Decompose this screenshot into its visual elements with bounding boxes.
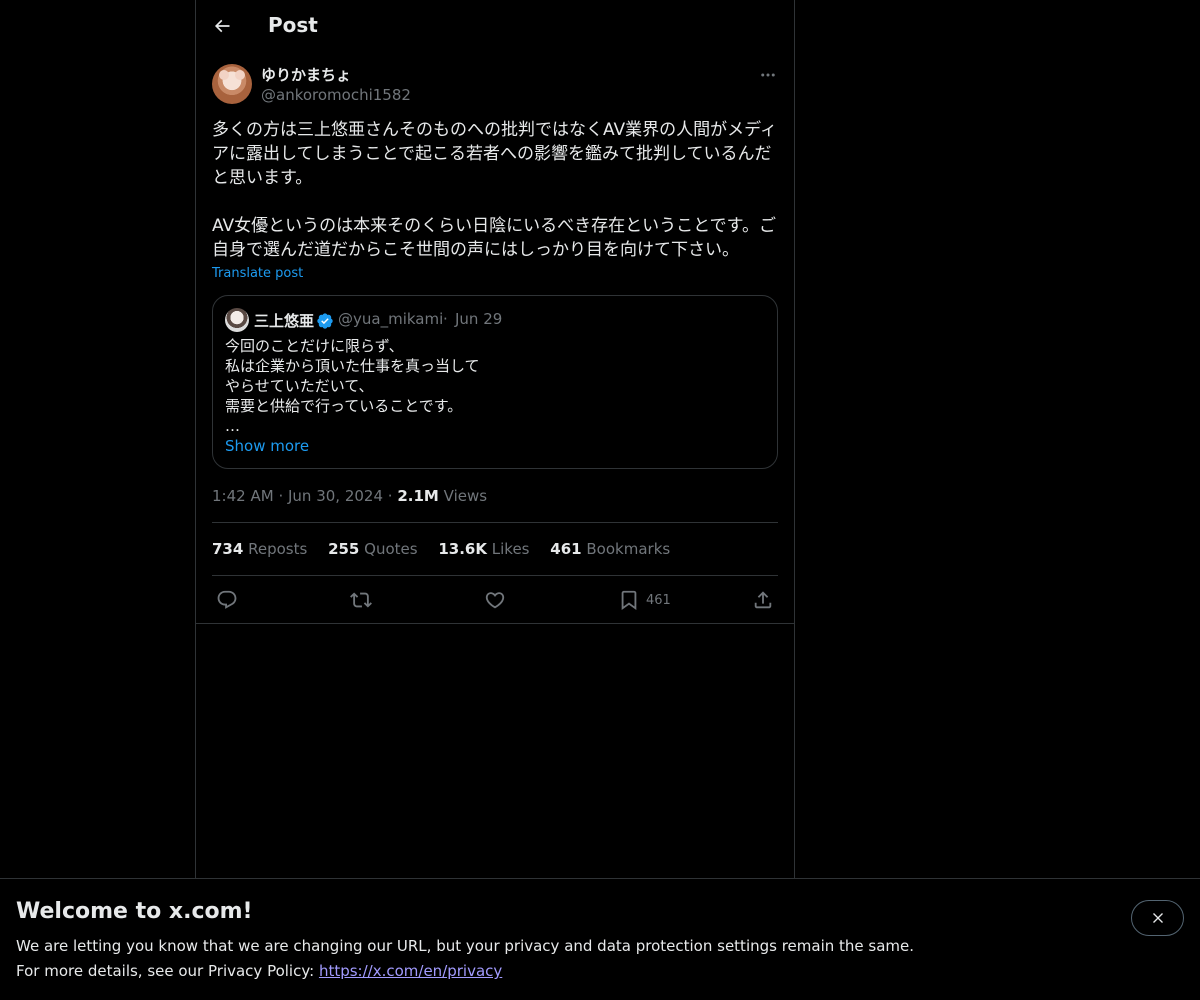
quoted-author-avatar[interactable]	[225, 308, 249, 332]
repost-button[interactable]	[350, 585, 372, 615]
views-label: Views	[443, 487, 488, 505]
post-text: 多くの方は三上悠亜さんそのものへの批判ではなくAV業界の人間がメディアに露出して…	[212, 120, 777, 260]
page-title: Post	[268, 13, 318, 37]
heart-icon	[485, 592, 505, 609]
verified-badge-icon	[317, 313, 333, 329]
more-icon	[761, 73, 775, 77]
close-icon	[1152, 913, 1163, 923]
translate-post-link[interactable]: Translate post	[212, 266, 303, 281]
arrow-left-icon	[214, 19, 230, 33]
primary-column: Post ゆりかまちょ @ankoromochi1582 多くの方は三上悠亜さん…	[195, 0, 795, 1000]
banner-privacy-line: For more details, see our Privacy Policy…	[16, 962, 503, 980]
share-button[interactable]	[752, 585, 774, 615]
quoted-post[interactable]: 三上悠亜 @yua_mikami · Jun 29 今回のことだけに限らず、 私…	[212, 295, 778, 469]
post-meta: 1:42 AM · Jun 30, 2024 · 2.1M Views	[212, 487, 487, 505]
quoted-post-date[interactable]: Jun 29	[455, 310, 502, 328]
repost-icon	[350, 592, 372, 608]
quoted-post-text: 今回のことだけに限らず、 私は企業から頂いた仕事を真っ当して やらせていただいて…	[225, 337, 480, 435]
divider	[212, 522, 778, 523]
privacy-policy-link[interactable]: https://x.com/en/privacy	[319, 962, 502, 980]
divider	[196, 623, 794, 624]
engagement-stats: 734 Reposts 255 Quotes 13.6K Likes 461 B…	[212, 540, 686, 558]
quotes-stat[interactable]: 255 Quotes	[328, 540, 418, 558]
divider	[212, 575, 778, 576]
close-banner-button[interactable]	[1131, 900, 1184, 936]
views-count: 2.1M	[397, 487, 439, 505]
show-more-link[interactable]: Show more	[225, 437, 309, 455]
quoted-author-handle[interactable]: @yua_mikami	[338, 310, 443, 328]
author-avatar[interactable]	[212, 64, 252, 104]
reply-icon	[217, 590, 237, 609]
share-icon	[754, 591, 772, 609]
separator-dot: ·	[443, 310, 448, 328]
action-bar: 461	[196, 585, 794, 615]
likes-stat[interactable]: 13.6K Likes	[438, 540, 529, 558]
welcome-banner: Welcome to x.com! We are letting you kno…	[0, 878, 1200, 1000]
more-options-button[interactable]	[757, 64, 779, 86]
back-button[interactable]	[204, 8, 240, 44]
author-handle[interactable]: @ankoromochi1582	[261, 86, 411, 104]
banner-title: Welcome to x.com!	[16, 899, 253, 924]
bookmark-icon	[621, 590, 637, 611]
separator-dot: ·	[387, 487, 393, 505]
reposts-stat[interactable]: 734 Reposts	[212, 540, 307, 558]
post-time[interactable]: 1:42 AM	[212, 487, 274, 505]
bookmark-button[interactable]: 461	[618, 585, 671, 615]
post-date[interactable]: Jun 30, 2024	[288, 487, 383, 505]
separator-dot: ·	[278, 487, 284, 505]
bookmark-count: 461	[646, 592, 671, 608]
banner-message: We are letting you know that we are chan…	[16, 937, 915, 955]
reply-button[interactable]	[216, 585, 238, 615]
post-header: Post	[196, 0, 794, 53]
bookmarks-stat[interactable]: 461 Bookmarks	[550, 540, 670, 558]
author-display-name[interactable]: ゆりかまちょ	[261, 64, 351, 85]
like-button[interactable]	[484, 585, 506, 615]
quoted-author-name[interactable]: 三上悠亜	[254, 310, 314, 331]
